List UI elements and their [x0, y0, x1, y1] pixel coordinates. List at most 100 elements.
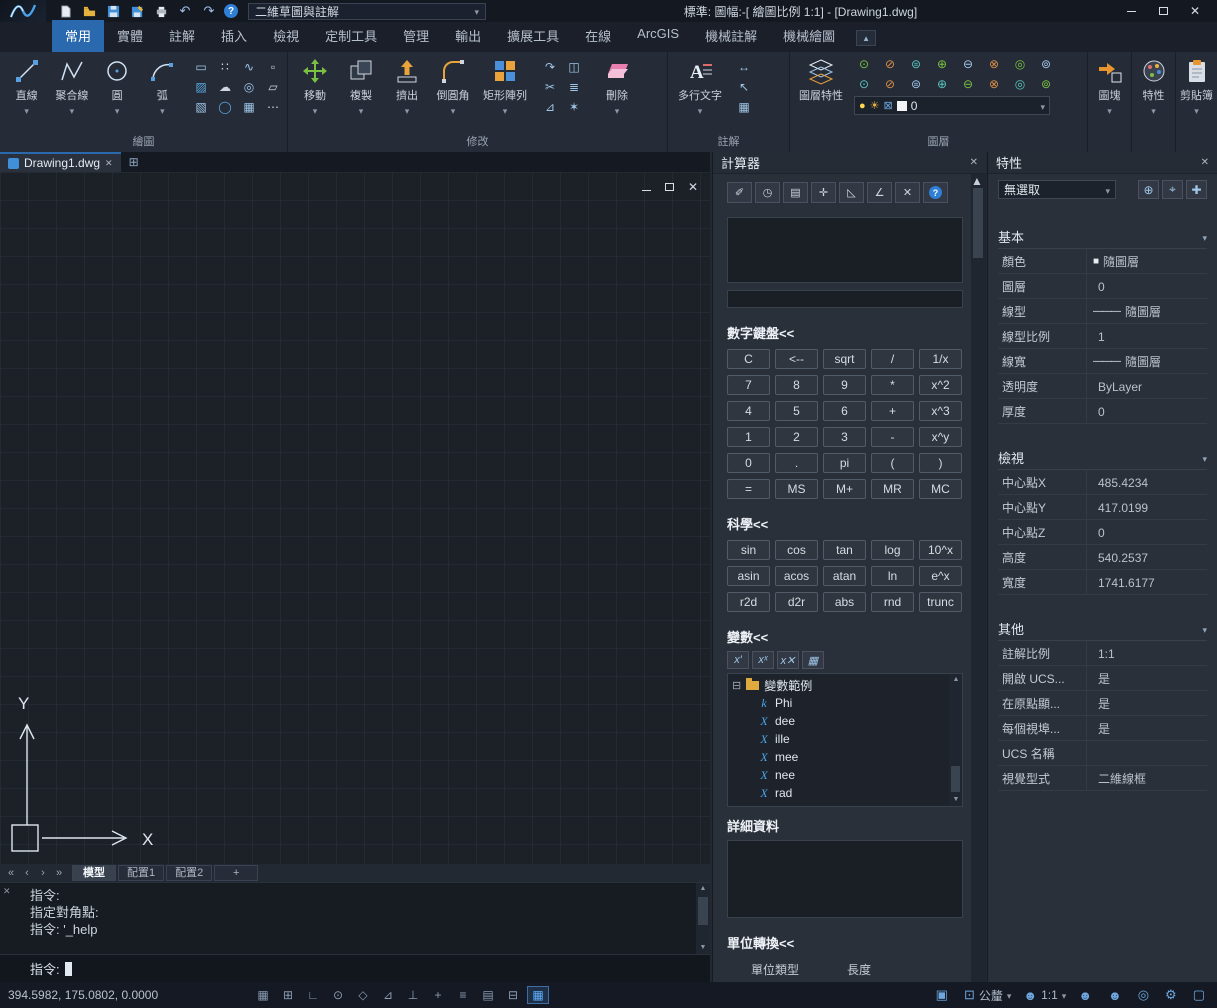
property-value[interactable]: 隨圖層	[1125, 353, 1161, 370]
calculator-key[interactable]: /	[871, 349, 914, 369]
delete-variable-icon[interactable]: x✕	[777, 651, 799, 669]
mtext-button[interactable]: A 多行文字	[672, 55, 728, 117]
plot-icon[interactable]	[152, 3, 170, 19]
property-row[interactable]: 在原點顯... 是	[998, 691, 1207, 716]
property-row[interactable]: 中心點X 485.4234	[998, 470, 1207, 495]
ribbon-tab[interactable]: 機械繪圖	[770, 20, 848, 52]
panel-label-annotate[interactable]: 註解	[668, 135, 789, 152]
property-row[interactable]: 厚度 0	[998, 399, 1207, 424]
quick-select-icon[interactable]: ✚	[1186, 180, 1207, 199]
numpad-section-header[interactable]: 數字鍵盤<<	[727, 323, 963, 342]
select-objects-icon[interactable]: ⌖	[1162, 180, 1183, 199]
property-value[interactable]: 417.0199	[1098, 501, 1148, 515]
donut-icon[interactable]: ◎	[239, 78, 259, 96]
variables-scrollbar[interactable]	[949, 674, 962, 806]
drawing-units-control[interactable]: ⊡ 公釐	[964, 987, 1011, 1004]
property-row[interactable]: 線型比例 1	[998, 324, 1207, 349]
last-layout-icon[interactable]	[52, 867, 66, 879]
scientific-section-header[interactable]: 科學<<	[727, 514, 963, 533]
clear-icon[interactable]: ✐	[727, 182, 752, 203]
save-icon[interactable]	[104, 3, 122, 19]
ribbon-tab[interactable]: 定制工具	[312, 20, 390, 52]
calculator-key[interactable]: =	[727, 479, 770, 499]
panel-label-draw[interactable]: 繪圖	[0, 135, 287, 152]
scientific-key[interactable]: asin	[727, 566, 770, 586]
property-value[interactable]: 0	[1098, 280, 1105, 294]
calculator-key[interactable]: MS	[775, 479, 818, 499]
move-button[interactable]: 移動	[292, 55, 338, 117]
close-document-icon[interactable]	[105, 158, 113, 169]
variable-item[interactable]: X mee	[732, 748, 946, 766]
scroll-up-icon[interactable]	[696, 883, 710, 895]
leader-icon[interactable]: ↖	[734, 78, 754, 96]
pickadd-toggle-icon[interactable]: ⊕	[1138, 180, 1159, 199]
calculator-key[interactable]: )	[919, 453, 962, 473]
property-value[interactable]: 1:1	[1098, 647, 1115, 661]
doc-restore-button[interactable]	[665, 180, 674, 194]
property-row[interactable]: 高度 540.2537	[998, 545, 1207, 570]
variables-tree[interactable]: 變數範例 k Phi X dee X ille X mee	[727, 673, 963, 807]
command-scrollbar[interactable]	[696, 883, 710, 954]
first-layout-icon[interactable]	[4, 867, 18, 879]
object-snap-tracking-icon[interactable]: ⊿	[377, 986, 399, 1004]
dimension-icon[interactable]: ↔	[734, 58, 754, 76]
measure-distance-icon[interactable]: ◺	[839, 182, 864, 203]
table-icon[interactable]: ▦	[734, 98, 754, 116]
point-icon[interactable]: ∷	[215, 58, 235, 76]
command-history[interactable]: 指令:指定對角點:指令: '_help	[0, 882, 710, 954]
help-icon[interactable]	[224, 4, 238, 18]
property-value[interactable]: 1	[1098, 330, 1105, 344]
revision-cloud-icon[interactable]: ☁	[215, 78, 235, 96]
line-button[interactable]: 直線	[4, 55, 49, 117]
layer-dropdown[interactable]: ● ☀ ⊠ 0	[854, 96, 1050, 115]
polyline-button[interactable]: 聚合線	[49, 55, 94, 117]
property-row[interactable]: 顏色 ■隨圖層	[998, 249, 1207, 274]
explode-icon[interactable]: ✶	[564, 98, 584, 116]
rotate-icon[interactable]: ↷	[540, 58, 560, 76]
close-command-window-icon[interactable]	[3, 886, 11, 897]
scientific-key[interactable]: acos	[775, 566, 818, 586]
drawing-canvas[interactable]: Y X	[0, 172, 710, 864]
ribbon-tab[interactable]: 輸出	[442, 20, 494, 52]
lineweight-icon[interactable]: ≡	[452, 986, 474, 1004]
variable-item[interactable]: X rad	[732, 784, 946, 802]
scrollbar-thumb[interactable]	[698, 897, 708, 925]
scroll-up-icon[interactable]	[971, 174, 983, 188]
property-value[interactable]: ByLayer	[1098, 380, 1142, 394]
clean-screen-icon[interactable]: ▢	[1193, 987, 1209, 1003]
get-coordinates-icon[interactable]: ✛	[811, 182, 836, 203]
selection-dropdown[interactable]: 無選取	[998, 180, 1116, 199]
collapse-node-icon[interactable]	[732, 678, 741, 692]
edit-variable-icon[interactable]: xˣ	[752, 651, 774, 669]
calculator-key[interactable]: 1	[727, 427, 770, 447]
calculator-input-field[interactable]	[727, 290, 963, 308]
grid-display-icon[interactable]: ▦	[252, 986, 274, 1004]
property-value[interactable]: 1741.6177	[1098, 576, 1155, 590]
layer-tool-icon[interactable]: ⊕	[932, 75, 952, 93]
layer-tool-icon[interactable]: ⊗	[984, 75, 1004, 93]
property-value[interactable]: 540.2537	[1098, 551, 1148, 565]
extrude-button[interactable]: 擠出	[384, 55, 430, 117]
calculator-key[interactable]: +	[871, 401, 914, 421]
scroll-down-icon[interactable]	[949, 794, 963, 806]
scientific-key[interactable]: d2r	[775, 592, 818, 612]
trim-icon[interactable]: ✂	[540, 78, 560, 96]
property-row[interactable]: 開啟 UCS... 是	[998, 666, 1207, 691]
maximize-button[interactable]	[1147, 1, 1179, 21]
redo-icon[interactable]	[200, 3, 218, 19]
property-value[interactable]: 二維線框	[1098, 770, 1146, 787]
layout-tab[interactable]: 配置2	[166, 865, 212, 881]
property-row[interactable]: 圖層 0	[998, 274, 1207, 299]
property-row[interactable]: 線型 ———隨圖層	[998, 299, 1207, 324]
scrollbar-thumb[interactable]	[951, 766, 960, 792]
wipeout-icon[interactable]: ▱	[263, 78, 283, 96]
layout-tab[interactable]: 配置1	[118, 865, 164, 881]
calculator-key[interactable]: pi	[823, 453, 866, 473]
ellipse-icon[interactable]: ◯	[215, 98, 235, 116]
layer-tool-icon[interactable]: ⊚	[1036, 75, 1056, 93]
layer-tool-icon[interactable]: ⊕	[932, 55, 952, 73]
variables-section-header[interactable]: 變數<<	[727, 627, 963, 646]
property-value[interactable]: 隨圖層	[1125, 303, 1161, 320]
next-layout-icon[interactable]	[36, 867, 50, 879]
layer-tool-icon[interactable]: ⊘	[880, 55, 900, 73]
